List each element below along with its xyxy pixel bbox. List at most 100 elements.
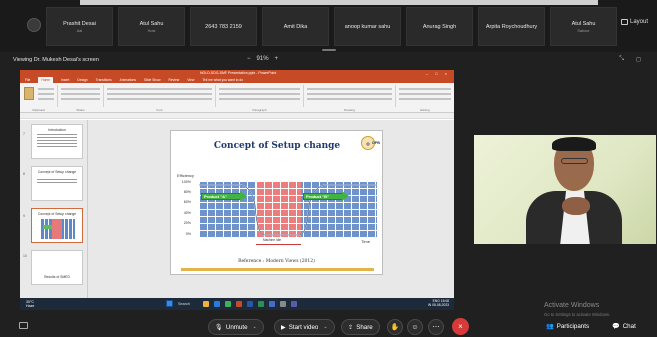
pop-out-icon[interactable]: ⤡ [619, 56, 624, 63]
self-view-toggle[interactable] [27, 18, 41, 32]
file-explorer-icon[interactable] [203, 300, 209, 307]
taskbar-search[interactable]: Search [178, 302, 198, 306]
thumb-number: 10 [23, 254, 27, 258]
idle-span-line [256, 244, 301, 245]
thumb-title: Results of SMED [44, 275, 70, 279]
ppt-title-bar: NOLD-SDG-SMF Presentation.pptx - PowerPo… [20, 70, 454, 77]
share-label: Share [356, 323, 373, 331]
slide-footer-bar [181, 268, 374, 271]
slide-thumbnail[interactable]: Concept of Setup change [31, 166, 83, 201]
speaker-video[interactable] [474, 135, 656, 244]
slide-reference: Reference : Modern Views (2012) [238, 259, 315, 264]
chat-label: Chat [622, 322, 636, 330]
slide-thumbnail[interactable]: Results of SMED [31, 250, 83, 285]
clock-date: 05-08-2023 [432, 303, 449, 307]
participant-sub: Host [147, 28, 156, 33]
windows-taskbar: 30°C Haze Search ENG 15:08 IN 05-08-2023 [20, 298, 454, 310]
excel-icon[interactable] [258, 300, 264, 307]
participant-tile[interactable]: anoop kumar sahu [334, 7, 401, 46]
zoom-app-icon[interactable] [269, 300, 275, 307]
viewing-bar: Viewing Dr. Mukesh Desai's screen − 91% … [0, 54, 657, 68]
window-controls: – □ × [425, 70, 450, 76]
zoom-in-button[interactable]: + [275, 56, 279, 62]
slide-thumbnail-pane: 7 Introduction 8 Concept of Setup change… [20, 120, 88, 298]
y-tick: 40% [183, 211, 191, 215]
viewbar-actions: ⤡ ◻ [619, 56, 641, 63]
video-off-icon: ▶ [281, 323, 286, 331]
participant-name: Prashit Desai [63, 20, 96, 27]
chevron-down-icon[interactable]: ⌄ [253, 324, 257, 330]
raise-hand-button[interactable]: ✋ [387, 319, 403, 335]
participant-name: anoop kumar sahu [344, 23, 391, 30]
participant-tile[interactable]: Anurag Singh [406, 7, 473, 46]
speaker-glasses [561, 158, 588, 164]
ribbon-group-clipboard: Clipboard [20, 85, 58, 112]
smiley-icon: ☺ [411, 323, 419, 331]
chrome-icon[interactable] [225, 300, 231, 307]
system-tray[interactable]: ENG 15:08 IN 05-08-2023 [428, 299, 449, 307]
edge-icon[interactable] [214, 300, 220, 307]
participant-sub: Aai [76, 28, 83, 33]
participants-button[interactable]: 👥 Participants [546, 322, 590, 331]
app-icon[interactable] [280, 300, 286, 307]
powerpoint-icon[interactable] [236, 300, 242, 307]
participants-label: Participants [556, 322, 590, 330]
current-slide[interactable]: Concept of Setup change ◎ OPB Efficiency… [170, 130, 383, 275]
chevron-down-icon[interactable]: ⌄ [323, 324, 327, 330]
fullscreen-icon[interactable]: ◻ [636, 56, 641, 63]
slide-thumbnail-active[interactable]: Concept of Setup change [31, 208, 83, 243]
participant-tile[interactable]: Atul Sahu Saboor [550, 7, 617, 46]
y-tick: 80% [183, 190, 191, 194]
group-label: Slides [76, 108, 85, 112]
more-button[interactable]: ⋯ [428, 319, 444, 335]
ribbon-group-editing: Editing [396, 85, 454, 112]
strip-resize-handle[interactable] [322, 49, 336, 51]
group-label: Font [156, 108, 163, 112]
product-a-label: Product "A" [204, 193, 227, 199]
zoom-out-button[interactable]: − [247, 56, 251, 62]
speaker-hair [552, 137, 596, 151]
hand-icon: ✋ [390, 324, 400, 331]
strip-top-bar [80, 0, 598, 5]
group-label: Clipboard [32, 108, 45, 112]
ribbon-group-drawing: Drawing [304, 85, 396, 112]
participant-name: Anurag Singh [422, 23, 457, 30]
speaker-hands [562, 197, 590, 215]
slide-thumbnail[interactable]: Introduction [31, 124, 83, 159]
y-tick: 60% [183, 200, 191, 204]
unmute-button[interactable]: 🎙 Unmute ⌄ [208, 319, 264, 335]
share-button[interactable]: ⇪ Share [341, 319, 380, 335]
leave-button[interactable]: × [452, 318, 469, 335]
start-video-button[interactable]: ▶ Start video ⌄ [274, 319, 335, 335]
lang-region: IN [427, 303, 432, 307]
word-icon[interactable] [247, 300, 253, 307]
thumb-title: Concept of Setup change [37, 212, 77, 216]
participant-tile[interactable]: Amit Dika [262, 7, 329, 46]
participants-icon: 👥 [546, 323, 554, 330]
participant-tile[interactable]: Arpita Roychoudhury [478, 7, 545, 46]
start-video-label: Start video [288, 323, 319, 331]
participant-tile[interactable]: Atul Sahu Host [118, 7, 185, 46]
zoom-value: 91% [256, 56, 269, 62]
reactions-button[interactable]: ☺ [407, 319, 423, 335]
slide-title: Concept of Setup change [213, 141, 341, 151]
layout-button[interactable]: Layout [621, 12, 657, 32]
viewing-label: Viewing Dr. Mukesh Desai's screen [13, 57, 99, 63]
start-icon[interactable] [166, 300, 173, 307]
group-label: Paragraph [252, 108, 267, 112]
participant-tile[interactable]: Prashit Desai Aai [46, 7, 113, 46]
ppt-title: NOLD-SDG-SMF Presentation.pptx - PowerPo… [200, 71, 277, 75]
weather-widget[interactable]: 30°C Haze [26, 300, 34, 308]
product-a-arrow: Product "A" [201, 191, 247, 201]
participant-name: Atul Sahu [571, 20, 596, 27]
shared-screen[interactable]: NOLD-SDG-SMF Presentation.pptx - PowerPo… [20, 70, 454, 310]
participant-name: Arpita Roychoudhury [485, 23, 538, 30]
efficiency-curve [199, 184, 377, 236]
chat-button[interactable]: 💬 Chat [612, 322, 636, 331]
unmute-label: Unmute [225, 323, 248, 331]
app-icon[interactable] [291, 300, 297, 307]
participant-name: 2643 783 2159 [205, 23, 242, 30]
participant-tile[interactable]: 2643 783 2159 [190, 7, 257, 46]
mic-muted-icon: 🎙 [215, 324, 223, 331]
thumb-number: 8 [23, 172, 25, 176]
